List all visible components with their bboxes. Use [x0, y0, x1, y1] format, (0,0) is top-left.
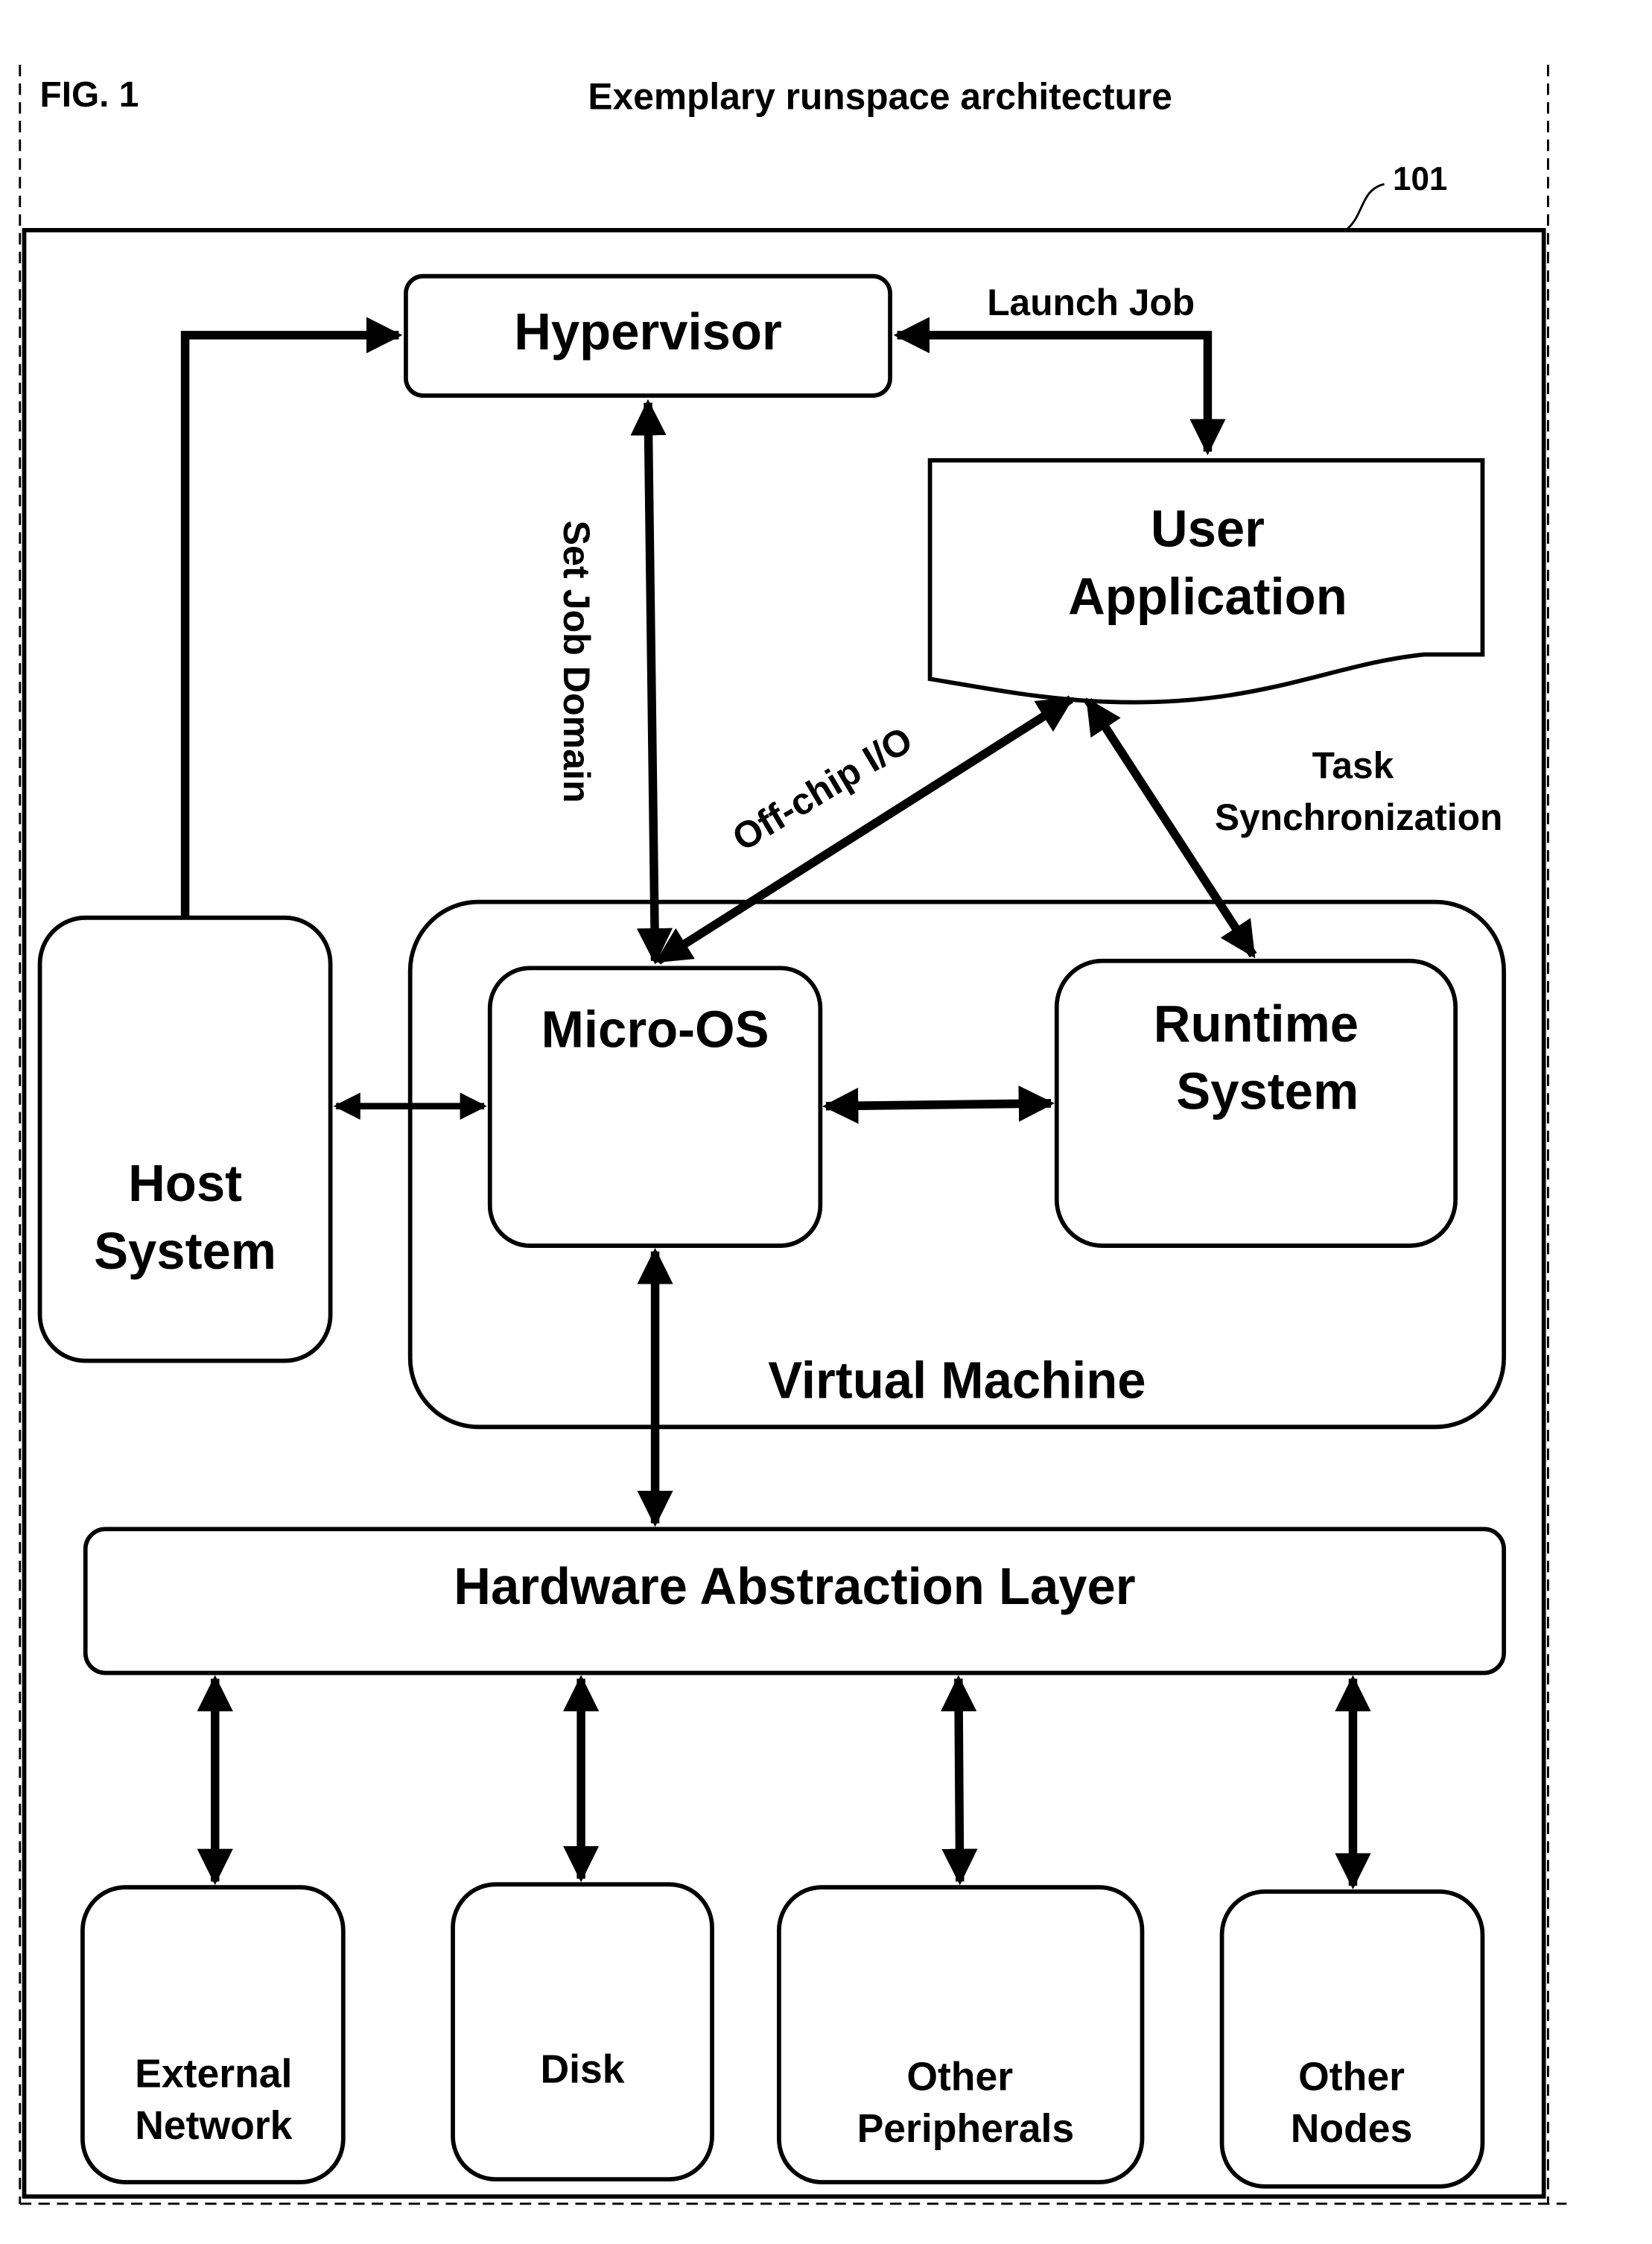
- arrow-micro-os-runtime: [822, 1085, 1055, 1124]
- micro-os-node[interactable]: Micro-OS: [487, 966, 823, 1248]
- runtime-system-label-line1: Runtime: [1154, 995, 1359, 1053]
- disk-node[interactable]: Disk: [451, 1882, 714, 2182]
- hal-node[interactable]: Hardware Abstraction Layer: [83, 1527, 1507, 1676]
- figure-label: FIG. 1: [40, 75, 139, 115]
- off-chip-io-label: Off-chip I/O: [725, 718, 920, 859]
- other-peripherals-label-line1: Other: [906, 2054, 1013, 2099]
- micro-os-label: Micro-OS: [541, 1000, 769, 1058]
- user-application-node[interactable]: User Application: [927, 457, 1485, 705]
- virtual-machine-label: Virtual Machine: [768, 1351, 1146, 1409]
- arrow-hal-other-peripherals: [941, 1675, 978, 1886]
- user-application-label-line1: User: [1151, 499, 1265, 557]
- set-job-domain-label: Set Job Domain: [556, 521, 597, 803]
- external-network-label-line2: Network: [135, 2103, 292, 2148]
- other-nodes-node[interactable]: Other Nodes: [1219, 1889, 1485, 2189]
- host-system-label-line2: System: [94, 1222, 276, 1280]
- figure-title: Exemplary runspace architecture: [588, 76, 1172, 118]
- runtime-system-label-line2: System: [1176, 1062, 1359, 1120]
- user-application-label-line2: Application: [1068, 567, 1347, 625]
- launch-job-label: Launch Job: [987, 282, 1195, 323]
- arrow-launch-job: [893, 317, 1226, 456]
- task-sync-label-line1: Task: [1312, 744, 1394, 786]
- host-system-node[interactable]: Host System: [37, 915, 333, 1363]
- hal-label: Hardware Abstraction Layer: [454, 1557, 1135, 1615]
- other-nodes-label-line2: Nodes: [1291, 2106, 1413, 2151]
- arrow-host-to-hypervisor: [180, 317, 403, 918]
- other-peripherals-node[interactable]: Other Peripherals: [777, 1885, 1145, 2184]
- external-network-node[interactable]: External Network: [80, 1885, 346, 2184]
- task-sync-label-line2: Synchronization: [1215, 796, 1503, 838]
- hypervisor-label: Hypervisor: [514, 302, 782, 361]
- host-system-label-line1: Host: [128, 1154, 242, 1212]
- arrow-set-job-domain: [630, 399, 673, 965]
- reference-number: 101: [1393, 161, 1447, 197]
- other-peripherals-label-line2: Peripherals: [857, 2106, 1075, 2151]
- external-network-label-line1: External: [135, 2051, 292, 2096]
- architecture-diagram: FIG. 1 Exemplary runspace architecture 1…: [19, 64, 1567, 2205]
- runtime-system-node[interactable]: Runtime System: [1054, 958, 1458, 1248]
- other-nodes-label-line1: Other: [1298, 2054, 1405, 2099]
- reference-leader: [1345, 183, 1385, 232]
- disk-label: Disk: [540, 2047, 624, 2092]
- hypervisor-node[interactable]: Hypervisor: [404, 273, 892, 398]
